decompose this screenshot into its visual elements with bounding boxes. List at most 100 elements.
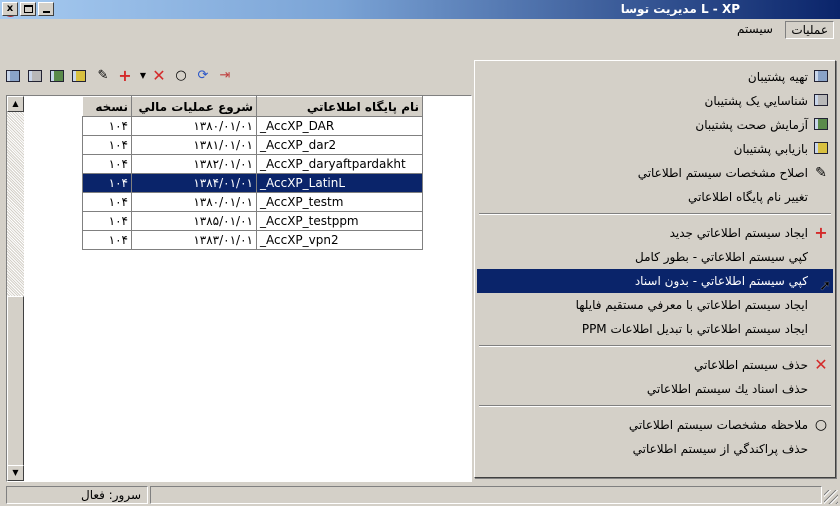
- edit-icon: ✎: [97, 68, 109, 83]
- cell-db-name: _AccXP_LatinL: [256, 173, 423, 193]
- scroll-up-button[interactable]: ▲: [7, 96, 24, 112]
- menu-item-label: حذف اسناد يك سيستم اطلاعاتي: [646, 382, 808, 396]
- maximize-button[interactable]: [20, 2, 36, 16]
- cell-db-name: _AccXP_daryaftpardakht: [256, 154, 423, 174]
- menu-item-delete-system[interactable]: ✕ حذف سيستم اطلاعاتي: [477, 353, 833, 377]
- column-header-version[interactable]: نسخه: [82, 96, 132, 117]
- delete-button[interactable]: ✕: [150, 67, 168, 85]
- backup-icon: [813, 70, 829, 84]
- menu-item-identify-backup[interactable]: شناسايي يک پشتيبان: [477, 89, 833, 113]
- cell-version: ۱۰۴: [82, 135, 132, 155]
- view-button[interactable]: ○: [172, 67, 190, 85]
- cell-start-date: ۱۳۸۳/۰۱/۰۱: [131, 230, 257, 250]
- menu-item-label: حذف سيستم اطلاعاتي: [694, 358, 808, 372]
- cell-version: ۱۰۴: [82, 211, 132, 231]
- table-row[interactable]: ۱۰۴ ۱۳۸۳/۰۱/۰۱ _AccXP_vpn2: [82, 230, 423, 250]
- menu-system[interactable]: سيستم: [732, 21, 778, 39]
- add-icon: +: [814, 223, 828, 242]
- exit-icon: ⇥: [219, 68, 231, 83]
- menu-item-verify-backup[interactable]: آزمايش صحت پشتيبان: [477, 113, 833, 137]
- close-button[interactable]: x: [2, 2, 18, 16]
- edit-icon: ✎: [815, 165, 827, 181]
- window-title: L - XP مديريت توسا: [620, 2, 740, 16]
- menu-item-copy-full[interactable]: کپي سيستم اطلاعاتي - بطور کامل: [477, 245, 833, 269]
- dropdown-arrow-icon: ▼: [139, 71, 147, 80]
- maximize-icon: [23, 5, 33, 13]
- menu-item-backup[interactable]: تهيه پشتيبان: [477, 65, 833, 89]
- menu-item-label: بازيابي پشتيبان: [733, 142, 808, 156]
- add-button[interactable]: +: [116, 67, 134, 85]
- menu-item-label: کپي سيستم اطلاعاتي - بدون اسناد: [634, 274, 808, 288]
- menu-item-delete-docs[interactable]: حذف اسناد يك سيستم اطلاعاتي: [477, 377, 833, 401]
- minimize-button[interactable]: [38, 2, 54, 16]
- scroll-thumb[interactable]: [7, 296, 24, 471]
- menu-item-edit-system[interactable]: ✎ اصلاح مشخصات سيستم اطلاعاتي: [477, 161, 833, 185]
- backup-button[interactable]: [4, 67, 22, 85]
- column-header-db-name[interactable]: نام پايگاه اطلاعاتي: [256, 96, 423, 117]
- menu-item-defragment[interactable]: حذف پراکندگي از سيستم اطلاعاتي: [477, 437, 833, 461]
- menu-item-label: شناسايي يک پشتيبان: [704, 94, 808, 108]
- menu-item-new-from-files[interactable]: ايجاد سيستم اطلاعاتي با معرفي مستقيم فاي…: [477, 293, 833, 317]
- menu-item-new-from-ppm[interactable]: ايجاد سيستم اطلاعاتي با تبديل اطلاعات PP…: [477, 317, 833, 341]
- cell-db-name: _AccXP_vpn2: [256, 230, 423, 250]
- cell-start-date: ۱۳۸۲/۰۱/۰۱: [131, 154, 257, 174]
- refresh-button[interactable]: ⟳: [194, 67, 212, 85]
- view-icon: ○: [175, 68, 187, 83]
- grid-empty-area: [24, 96, 82, 481]
- edit-button[interactable]: ✎: [94, 67, 112, 85]
- table-row[interactable]: ۱۰۴ ۱۳۸۵/۰۱/۰۱ _AccXP_testppm: [82, 211, 423, 231]
- menu-bar: عمليات سيستم: [0, 19, 840, 59]
- menu-separator: [479, 213, 831, 215]
- app-window: x L - XP مديريت توسا عمليات سيستم ✎ + ▼ …: [0, 0, 840, 506]
- cell-start-date: ۱۳۸۱/۰۱/۰۱: [131, 135, 257, 155]
- cell-start-date: ۱۳۸۰/۰۱/۰۱: [131, 192, 257, 212]
- menu-item-label: اصلاح مشخصات سيستم اطلاعاتي: [637, 166, 808, 180]
- cell-start-date: ۱۳۸۴/۰۱/۰۱: [131, 173, 257, 193]
- cell-version: ۱۰۴: [82, 230, 132, 250]
- scroll-down-button[interactable]: ▼: [7, 465, 24, 481]
- verify-backup-button[interactable]: [48, 67, 66, 85]
- table-header-row: نسخه شروع عمليات مالي نام پايگاه اطلاعات…: [82, 96, 423, 117]
- restore-backup-button[interactable]: [70, 67, 88, 85]
- menu-item-label: ايجاد سيستم اطلاعاتي با معرفي مستقيم فاي…: [575, 298, 808, 312]
- delete-icon: ✕: [152, 66, 166, 85]
- menu-separator: [479, 345, 831, 347]
- refresh-icon: ⟳: [197, 68, 209, 83]
- column-header-start-date[interactable]: شروع عمليات مالي: [131, 96, 257, 117]
- menu-item-label: ايجاد سيستم اطلاعاتي با تبديل اطلاعات PP…: [581, 322, 808, 336]
- cell-version: ۱۰۴: [82, 192, 132, 212]
- menu-item-copy-no-docs[interactable]: کپي سيستم اطلاعاتي - بدون اسناد ➚: [477, 269, 833, 294]
- title-bar[interactable]: x L - XP مديريت توسا: [0, 0, 840, 19]
- cell-version: ۱۰۴: [82, 173, 132, 193]
- cell-db-name: _AccXP_testppm: [256, 211, 423, 231]
- identify-backup-button[interactable]: [26, 67, 44, 85]
- menu-item-label: کپي سيستم اطلاعاتي - بطور کامل: [635, 250, 808, 264]
- menu-item-label: حذف پراکندگي از سيستم اطلاعاتي: [632, 442, 808, 456]
- menu-item-label: تهيه پشتيبان: [747, 70, 808, 84]
- cell-start-date: ۱۳۸۵/۰۱/۰۱: [131, 211, 257, 231]
- vertical-scrollbar[interactable]: ▲ ▼: [7, 96, 24, 481]
- cell-db-name: _AccXP_DAR: [256, 116, 423, 136]
- menu-operations[interactable]: عمليات: [785, 21, 834, 39]
- menu-item-restore-backup[interactable]: بازيابي پشتيبان: [477, 137, 833, 161]
- table-row[interactable]: ۱۰۴ ۱۳۸۰/۰۱/۰۱ _AccXP_testm: [82, 192, 423, 212]
- cell-start-date: ۱۳۸۰/۰۱/۰۱: [131, 116, 257, 136]
- menu-item-view-system[interactable]: ○ ملاحظه مشخصات سيستم اطلاعاتي: [477, 413, 833, 437]
- table-row[interactable]: ۱۰۴ ۱۳۸۱/۰۱/۰۱ _AccXP_dar2: [82, 135, 423, 155]
- table-row[interactable]: ۱۰۴ ۱۳۸۲/۰۱/۰۱ _AccXP_daryaftpardakht: [82, 154, 423, 174]
- database-table: نسخه شروع عمليات مالي نام پايگاه اطلاعات…: [82, 96, 423, 250]
- menu-item-rename-db[interactable]: تغيير نام پايگاه اطلاعاتي: [477, 185, 833, 209]
- menu-item-new-system[interactable]: + ايجاد سيستم اطلاعاتي جديد: [477, 221, 833, 245]
- backup-icon: [6, 70, 20, 82]
- table-row-selected[interactable]: ۱۰۴ ۱۳۸۴/۰۱/۰۱ _AccXP_LatinL: [82, 173, 423, 193]
- restore-backup-icon: [813, 142, 829, 156]
- verify-backup-icon: [50, 70, 64, 82]
- minimize-icon: [42, 11, 50, 13]
- status-bar: سرور: فعال: [0, 484, 840, 506]
- scroll-down-icon: ▼: [12, 468, 19, 477]
- exit-button[interactable]: ⇥: [216, 67, 234, 85]
- toolbar: ✎ + ▼ ✕ ○ ⟳ ⇥: [0, 64, 340, 88]
- cell-db-name: _AccXP_dar2: [256, 135, 423, 155]
- resize-grip-icon[interactable]: [824, 490, 838, 504]
- table-row[interactable]: ۱۰۴ ۱۳۸۰/۰۱/۰۱ _AccXP_DAR: [82, 116, 423, 136]
